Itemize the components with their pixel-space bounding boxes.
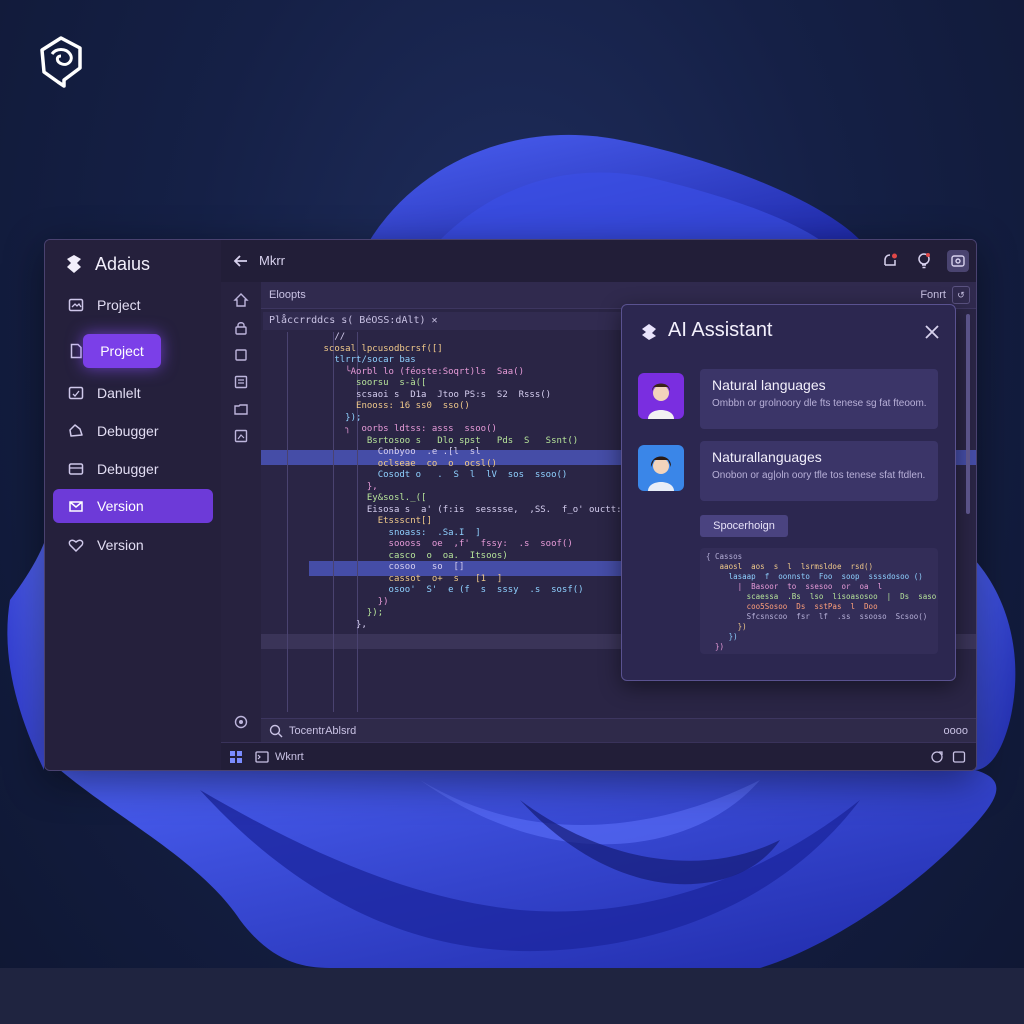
message-title: Natural languages [712, 377, 826, 393]
message-bubble: Naturallanguages Onobon or ag|oln oory t… [700, 441, 938, 501]
windows-grid-icon[interactable] [229, 750, 243, 764]
activity-bar [221, 282, 262, 742]
sidebar-item-danlelt[interactable]: Danlelt [53, 376, 213, 410]
mini-code-line: scaessa .Bs lso lisoasosoo | Ds saso [706, 592, 937, 601]
search-bar[interactable]: TocentrAblsrd oooo [261, 718, 976, 743]
lock-icon[interactable] [233, 320, 249, 336]
avatar [638, 373, 684, 419]
sidebar-item-label-active: Project [83, 334, 161, 368]
mini-code-line: lasaap f oonnsto Foo soop ssssdosoo () [706, 572, 923, 581]
status-bar: Wknrt [221, 742, 976, 770]
sidebar-item-label: Version [97, 498, 144, 514]
settings-icon[interactable] [947, 250, 969, 272]
suggestion-button[interactable]: Spocerhoign [700, 515, 788, 537]
sidebar-item-label: Version [97, 537, 144, 553]
topbar-title: Mkrr [259, 253, 285, 268]
assistant-title: AI Assistant [668, 319, 773, 341]
inbox-icon [67, 460, 85, 478]
file-tab[interactable]: Plåccrrddcs s( BéOSS:dAlt) ✕ [263, 312, 623, 330]
terminal-icon[interactable] [255, 750, 269, 764]
app-header: Adaius [63, 252, 150, 276]
mail-icon [67, 497, 85, 515]
square-icon[interactable] [233, 347, 249, 363]
app-logo-icon [67, 255, 81, 273]
ide-window: Adaius Project Project Danlelt Debugger [44, 239, 977, 771]
chart-icon[interactable] [233, 428, 249, 444]
mini-code-line: | Basoor to ssesoo or oa l [706, 582, 883, 591]
mini-code-line: { Cassos [706, 552, 743, 561]
top-bar: Mkrr [221, 240, 976, 283]
mini-code-line: coo5Sosoo Ds sstPas l Doo [706, 602, 878, 611]
mini-code-line: }) [706, 622, 747, 631]
sidebar-item-label: Danlelt [97, 385, 141, 401]
mini-code-line: }) [706, 632, 738, 641]
message-bubble: Natural languages Ombbn or grolnoory dle… [700, 369, 938, 429]
settings-gear-icon[interactable] [233, 714, 249, 730]
editor-toolbar-right[interactable]: Fonrt [920, 289, 946, 301]
sidebar-item-project[interactable]: Project [53, 288, 213, 322]
app-title: Adaius [95, 253, 151, 274]
search-input[interactable]: TocentrAblsrd [289, 725, 356, 737]
search-icon [269, 724, 283, 738]
avatar [638, 445, 684, 491]
sidebar-item-debugger-2[interactable]: Debugger [53, 452, 213, 486]
panel-icon[interactable] [952, 750, 966, 764]
sidebar: Adaius Project Project Danlelt Debugger [45, 240, 222, 770]
close-icon[interactable] [923, 323, 941, 341]
folder-icon[interactable] [233, 401, 249, 417]
sidebar-item-version[interactable]: Version [53, 528, 213, 562]
home-icon[interactable] [233, 292, 249, 308]
heart-icon [67, 536, 85, 554]
message-body: Onobon or ag|oln oory tfle tos tenese sf… [712, 470, 926, 481]
scrollbar[interactable] [966, 314, 970, 514]
status-label: Wknrt [275, 751, 304, 763]
assistant-logo-icon [642, 324, 656, 340]
sidebar-item-project-active[interactable]: Project [53, 334, 213, 368]
ai-assistant-panel: AI Assistant Natural languages Ombbn or … [621, 304, 956, 681]
sidebar-item-label: Debugger [97, 461, 159, 477]
mini-code-line: Sfcsnscoo fsr lf .ss ssooso Scsoo() [706, 612, 928, 621]
message-body: Ombbn or grolnoory dle fts tenese sg fat… [712, 398, 927, 409]
sidebar-item-label: Debugger [97, 423, 159, 439]
sidebar-item-debugger[interactable]: Debugger [53, 414, 213, 448]
refresh-icon[interactable]: ↺ [952, 286, 970, 304]
mini-code-line: }) [706, 642, 725, 651]
mini-code-line: aaosl aos s l lsrmsldoe rsd() [706, 562, 874, 571]
notification-icon[interactable] [879, 250, 901, 272]
cloud-icon [67, 422, 85, 440]
brand-logo-icon [40, 36, 82, 88]
sidebar-item-label: Project [97, 297, 141, 313]
sync-icon[interactable] [930, 750, 944, 764]
image-icon [67, 296, 85, 314]
sidebar-item-version-selected[interactable]: Version [53, 489, 213, 523]
back-arrow-icon[interactable] [231, 251, 251, 271]
search-bar-right-label[interactable]: oooo [944, 725, 968, 737]
calendar-icon [67, 384, 85, 402]
assistant-code-snippet: { Cassos aaosl aos s l lsrmsldoe rsd() l… [700, 548, 938, 654]
bulb-icon[interactable] [913, 250, 935, 272]
indent-guide [287, 332, 288, 712]
editor-toolbar-label: Eloopts [269, 289, 306, 301]
message-title: Naturallanguages [712, 449, 822, 465]
list-icon[interactable] [233, 374, 249, 390]
